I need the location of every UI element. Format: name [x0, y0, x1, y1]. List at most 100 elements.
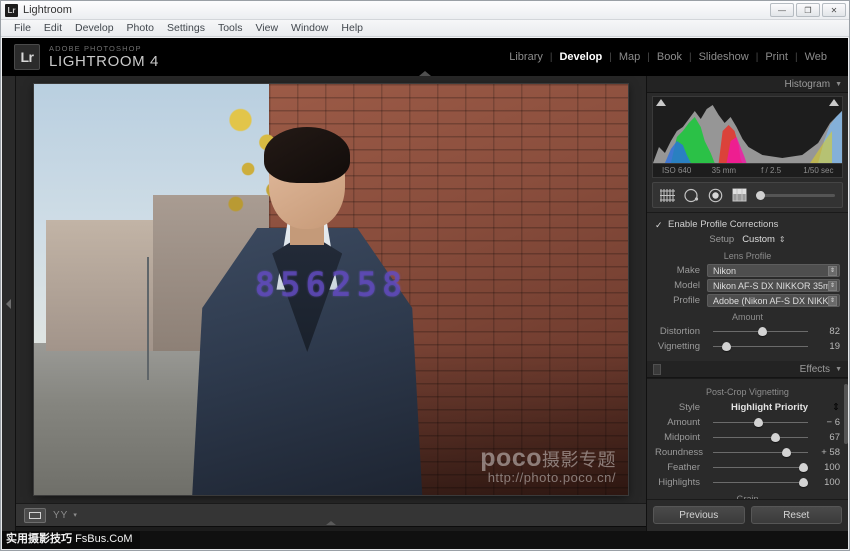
make-row: Make Nikon ⇕	[655, 263, 840, 278]
shadow-clipping-indicator[interactable]	[656, 99, 666, 106]
vignetting-slider[interactable]	[713, 341, 808, 352]
pcv-amount-value: − 6	[826, 417, 840, 428]
photo-lamppost	[146, 256, 149, 380]
chevron-updown-icon: ⇕	[828, 295, 837, 306]
enable-profile-corrections-checkbox[interactable]: ✓ Enable Profile Corrections	[655, 217, 840, 232]
module-library[interactable]: Library	[502, 51, 550, 63]
chevron-updown-icon: ⇕	[828, 265, 837, 276]
highlight-clipping-indicator[interactable]	[829, 99, 839, 106]
menu-photo[interactable]: Photo	[121, 22, 160, 34]
exif-aperture: f / 2.5	[761, 166, 782, 175]
vignetting-value: 19	[829, 341, 840, 352]
chevron-down-icon[interactable]: ▼	[835, 81, 842, 88]
module-slideshow[interactable]: Slideshow	[692, 51, 756, 63]
distortion-slider-row: Distortion 82	[655, 324, 840, 339]
right-panel: Histogram ▼ ISO 640 35 mm f / 2.5 1/50 s…	[646, 76, 848, 531]
module-print[interactable]: Print	[758, 51, 795, 63]
menu-window[interactable]: Window	[285, 22, 334, 34]
amount-title: Amount	[731, 312, 764, 322]
style-row[interactable]: Style Highlight Priority ⇕	[655, 399, 840, 415]
menu-view[interactable]: View	[249, 22, 284, 34]
filmstrip-toggle-arrow[interactable]	[326, 521, 336, 525]
updown-icon[interactable]: ⇕	[779, 235, 786, 244]
chevron-down-icon[interactable]: ▼	[835, 366, 842, 373]
setup-row[interactable]: Setup Custom ⇕	[655, 232, 840, 247]
chevron-left-icon	[6, 298, 11, 309]
spot-removal-icon[interactable]	[684, 188, 699, 203]
watermark-digits: 856258	[254, 264, 408, 305]
exif-shutter-speed: 1/50 sec	[803, 166, 834, 175]
window-titlebar: Lr Lightroom — ❐ ✕	[1, 1, 849, 20]
exif-focal-length: 35 mm	[711, 166, 737, 175]
updown-icon[interactable]: ⇕	[832, 402, 840, 413]
pcv-highlights-slider[interactable]	[713, 477, 808, 488]
tool-size-slider[interactable]	[756, 190, 835, 200]
watermark-poco-cn: 摄影专题	[542, 450, 616, 471]
status-text-cn: 实用摄影技巧	[6, 533, 72, 545]
module-web[interactable]: Web	[798, 51, 834, 63]
window-controls: — ❐ ✕	[770, 3, 849, 17]
loupe-view-icon[interactable]	[24, 507, 46, 523]
maximize-button[interactable]: ❐	[796, 3, 820, 17]
menu-tools[interactable]: Tools	[212, 22, 249, 34]
effects-panel-header[interactable]: Effects ▼	[647, 361, 848, 378]
previous-button[interactable]: Previous	[653, 506, 745, 524]
menu-settings[interactable]: Settings	[161, 22, 211, 34]
pcv-roundness-slider[interactable]	[713, 447, 808, 458]
pcv-amount-slider[interactable]	[713, 417, 808, 428]
exif-readout: ISO 640 35 mm f / 2.5 1/50 sec	[652, 164, 843, 178]
pcv-midpoint-slider[interactable]	[713, 432, 808, 443]
make-label: Make	[676, 265, 700, 276]
reset-button[interactable]: Reset	[750, 506, 842, 524]
lightroom-icon: Lr	[5, 3, 18, 17]
effects-toggle-switch[interactable]	[653, 363, 661, 375]
histogram-graph[interactable]	[652, 96, 843, 164]
pcv-feather-value: 100	[824, 462, 840, 473]
menu-file[interactable]: File	[8, 22, 37, 34]
menu-develop[interactable]: Develop	[69, 22, 120, 34]
panel-scrollbar[interactable]	[844, 384, 848, 445]
status-text: 实用摄影技巧 FsBus.CoM	[2, 531, 140, 549]
profile-dropdown[interactable]: Adobe (Nikon AF-S DX NIKKO... ⇕	[707, 294, 840, 307]
pcv-amount-label: Amount	[667, 417, 700, 428]
adjustment-panels: ✓ Enable Profile Corrections Setup Custo…	[647, 212, 848, 499]
model-dropdown[interactable]: Nikon AF-S DX NIKKOR 35mm... ⇕	[707, 279, 840, 292]
watermark-poco-url: http://photo.poco.cn/	[487, 470, 616, 486]
setup-value[interactable]: Custom	[742, 234, 775, 245]
close-button[interactable]: ✕	[822, 3, 846, 17]
histogram-panel-header[interactable]: Histogram ▼	[647, 76, 848, 93]
content-area: 856258 poco摄影专题 http://photo.poco.cn/ YY…	[16, 76, 646, 531]
status-text-en: FsBus.CoM	[75, 533, 133, 545]
model-label: Model	[674, 280, 700, 291]
effects-title: Effects	[799, 363, 831, 375]
pcv-roundness-label: Roundness	[655, 447, 704, 458]
style-value[interactable]: Highlight Priority	[707, 402, 832, 413]
distortion-slider[interactable]	[713, 326, 808, 337]
module-map[interactable]: Map	[612, 51, 647, 63]
left-panel-toggle[interactable]	[2, 76, 16, 531]
checkmark-icon: ✓	[655, 219, 663, 230]
module-book[interactable]: Book	[650, 51, 689, 63]
make-dropdown[interactable]: Nikon ⇕	[707, 264, 840, 277]
red-eye-icon[interactable]	[708, 188, 723, 203]
exif-iso: ISO 640	[661, 166, 692, 175]
grain-title: Grain	[736, 494, 759, 499]
lightroom-app: Lr ADOBE PHOTOSHOP LIGHTROOM 4 Library |…	[2, 38, 848, 531]
menu-edit[interactable]: Edit	[38, 22, 68, 34]
photo-preview[interactable]: 856258 poco摄影专题 http://photo.poco.cn/	[34, 84, 628, 495]
vignetting-slider-row: Vignetting 19	[655, 339, 840, 354]
photo-subject-hair	[264, 127, 351, 184]
crop-overlay-icon[interactable]	[660, 188, 675, 202]
lens-profile-title: Lens Profile	[723, 251, 772, 261]
module-develop[interactable]: Develop	[552, 51, 609, 63]
postcrop-vignetting-title: Post-Crop Vignetting	[706, 387, 789, 397]
menu-help[interactable]: Help	[335, 22, 369, 34]
minimize-button[interactable]: —	[770, 3, 794, 17]
vignetting-label: Vignetting	[657, 341, 700, 352]
flag-filter-label[interactable]: YY	[53, 510, 68, 521]
lens-corrections-panel: ✓ Enable Profile Corrections Setup Custo…	[647, 212, 848, 361]
chevron-down-icon[interactable]: ▾	[73, 511, 77, 519]
pcv-feather-slider[interactable]	[713, 462, 808, 473]
graduated-filter-icon[interactable]	[732, 188, 747, 202]
model-row: Model Nikon AF-S DX NIKKOR 35mm... ⇕	[655, 278, 840, 293]
